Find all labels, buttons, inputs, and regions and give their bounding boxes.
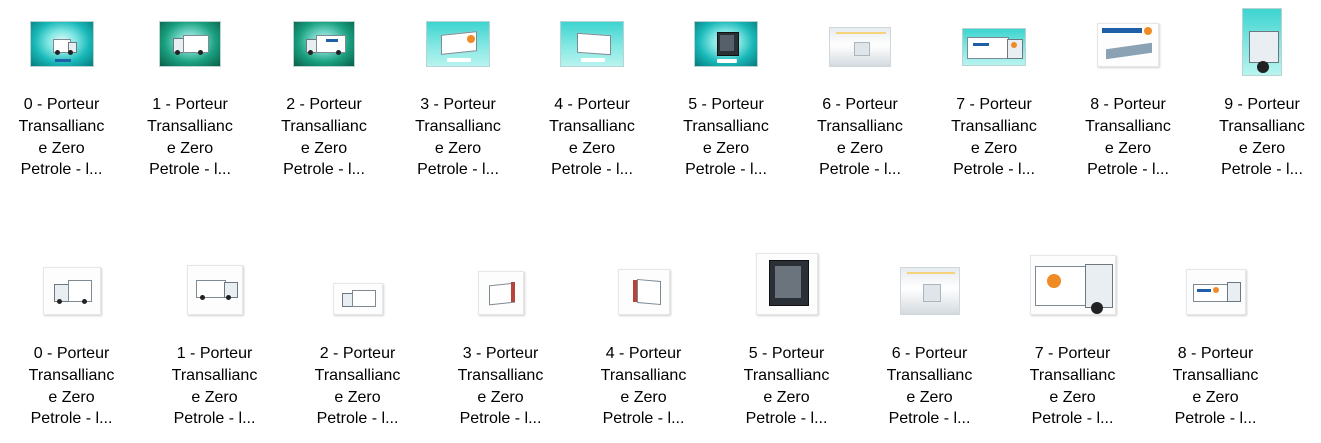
file-item[interactable]: 7 - Porteur Transallianc e Zero Petrole … bbox=[927, 0, 1061, 178]
file-row-white-renders: 0 - Porteur Transallianc e Zero Petrole … bbox=[0, 249, 1287, 427]
file-item[interactable]: 3 - Porteur Transallianc e Zero Petrole … bbox=[391, 0, 525, 178]
file-item[interactable]: 0 - Porteur Transallianc e Zero Petrole … bbox=[0, 249, 143, 427]
file-item[interactable]: 8 - Porteur Transallianc e Zero Petrole … bbox=[1144, 249, 1287, 427]
file-name-label: 5 - Porteur Transallianc e Zero Petrole … bbox=[743, 345, 830, 428]
image-thumbnail-icon bbox=[42, 267, 101, 315]
file-item[interactable]: 7 - Porteur Transallianc e Zero Petrole … bbox=[1001, 249, 1144, 427]
file-item[interactable]: 2 - Porteur Transallianc e Zero Petrole … bbox=[286, 249, 429, 427]
image-thumbnail-icon bbox=[1097, 23, 1159, 67]
image-thumbnail-icon bbox=[617, 269, 670, 315]
image-thumbnail-icon bbox=[1029, 255, 1116, 315]
file-name-label: 3 - Porteur Transallianc e Zero Petrole … bbox=[415, 96, 501, 179]
file-name-label: 2 - Porteur Transallianc e Zero Petrole … bbox=[314, 345, 401, 428]
image-thumbnail-icon bbox=[29, 21, 94, 67]
image-thumbnail-icon bbox=[560, 21, 624, 67]
file-name-label: 7 - Porteur Transallianc e Zero Petrole … bbox=[1029, 345, 1116, 428]
file-item[interactable]: 1 - Porteur Transallianc e Zero Petrole … bbox=[123, 0, 257, 178]
image-thumbnail-icon bbox=[1185, 269, 1246, 315]
file-item[interactable]: 5 - Porteur Transallianc e Zero Petrole … bbox=[715, 249, 858, 427]
file-item[interactable]: 6 - Porteur Transallianc e Zero Petrole … bbox=[858, 249, 1001, 427]
file-name-label: 8 - Porteur Transallianc e Zero Petrole … bbox=[1085, 96, 1171, 179]
file-name-label: 0 - Porteur Transallianc e Zero Petrole … bbox=[28, 345, 115, 428]
image-thumbnail-icon bbox=[1242, 8, 1282, 76]
file-name-label: 8 - Porteur Transallianc e Zero Petrole … bbox=[1172, 345, 1259, 428]
file-name-label: 4 - Porteur Transallianc e Zero Petrole … bbox=[549, 96, 635, 179]
file-name-label: 1 - Porteur Transallianc e Zero Petrole … bbox=[147, 96, 233, 179]
image-thumbnail-icon bbox=[332, 283, 383, 315]
file-name-label: 9 - Porteur Transallianc e Zero Petrole … bbox=[1219, 96, 1305, 179]
file-item[interactable]: 4 - Porteur Transallianc e Zero Petrole … bbox=[572, 249, 715, 427]
image-thumbnail-icon bbox=[829, 27, 891, 67]
file-name-label: 0 - Porteur Transallianc e Zero Petrole … bbox=[18, 96, 105, 179]
file-item[interactable]: 3 - Porteur Transallianc e Zero Petrole … bbox=[429, 249, 572, 427]
image-thumbnail-icon bbox=[293, 21, 355, 67]
file-row-posters: 0 - Porteur Transallianc e Zero Petrole … bbox=[0, 0, 1321, 178]
file-item[interactable]: 0 - Porteur Transallianc e Zero Petrole … bbox=[0, 0, 123, 178]
image-thumbnail-icon bbox=[962, 28, 1026, 66]
file-name-label: 6 - Porteur Transallianc e Zero Petrole … bbox=[886, 345, 973, 428]
file-item[interactable]: 1 - Porteur Transallianc e Zero Petrole … bbox=[143, 249, 286, 427]
file-item[interactable]: 6 - Porteur Transallianc e Zero Petrole … bbox=[793, 0, 927, 178]
file-item[interactable]: 9 - Porteur Transallianc e Zero Petrole … bbox=[1195, 0, 1321, 178]
image-thumbnail-icon bbox=[694, 21, 758, 67]
image-thumbnail-icon bbox=[159, 21, 221, 67]
file-item[interactable]: 2 - Porteur Transallianc e Zero Petrole … bbox=[257, 0, 391, 178]
file-item[interactable]: 5 - Porteur Transallianc e Zero Petrole … bbox=[659, 0, 793, 178]
file-name-label: 4 - Porteur Transallianc e Zero Petrole … bbox=[600, 345, 687, 428]
file-name-label: 5 - Porteur Transallianc e Zero Petrole … bbox=[683, 96, 769, 179]
file-name-label: 2 - Porteur Transallianc e Zero Petrole … bbox=[281, 96, 367, 179]
file-name-label: 3 - Porteur Transallianc e Zero Petrole … bbox=[457, 345, 544, 428]
image-thumbnail-icon bbox=[899, 267, 960, 315]
file-name-label: 1 - Porteur Transallianc e Zero Petrole … bbox=[171, 345, 258, 428]
image-thumbnail-icon bbox=[426, 21, 490, 67]
image-thumbnail-icon bbox=[186, 265, 243, 315]
image-thumbnail-icon bbox=[755, 253, 818, 315]
file-name-label: 6 - Porteur Transallianc e Zero Petrole … bbox=[817, 96, 903, 179]
image-thumbnail-icon bbox=[477, 271, 524, 315]
file-item[interactable]: 8 - Porteur Transallianc e Zero Petrole … bbox=[1061, 0, 1195, 178]
file-name-label: 7 - Porteur Transallianc e Zero Petrole … bbox=[951, 96, 1037, 179]
file-item[interactable]: 4 - Porteur Transallianc e Zero Petrole … bbox=[525, 0, 659, 178]
